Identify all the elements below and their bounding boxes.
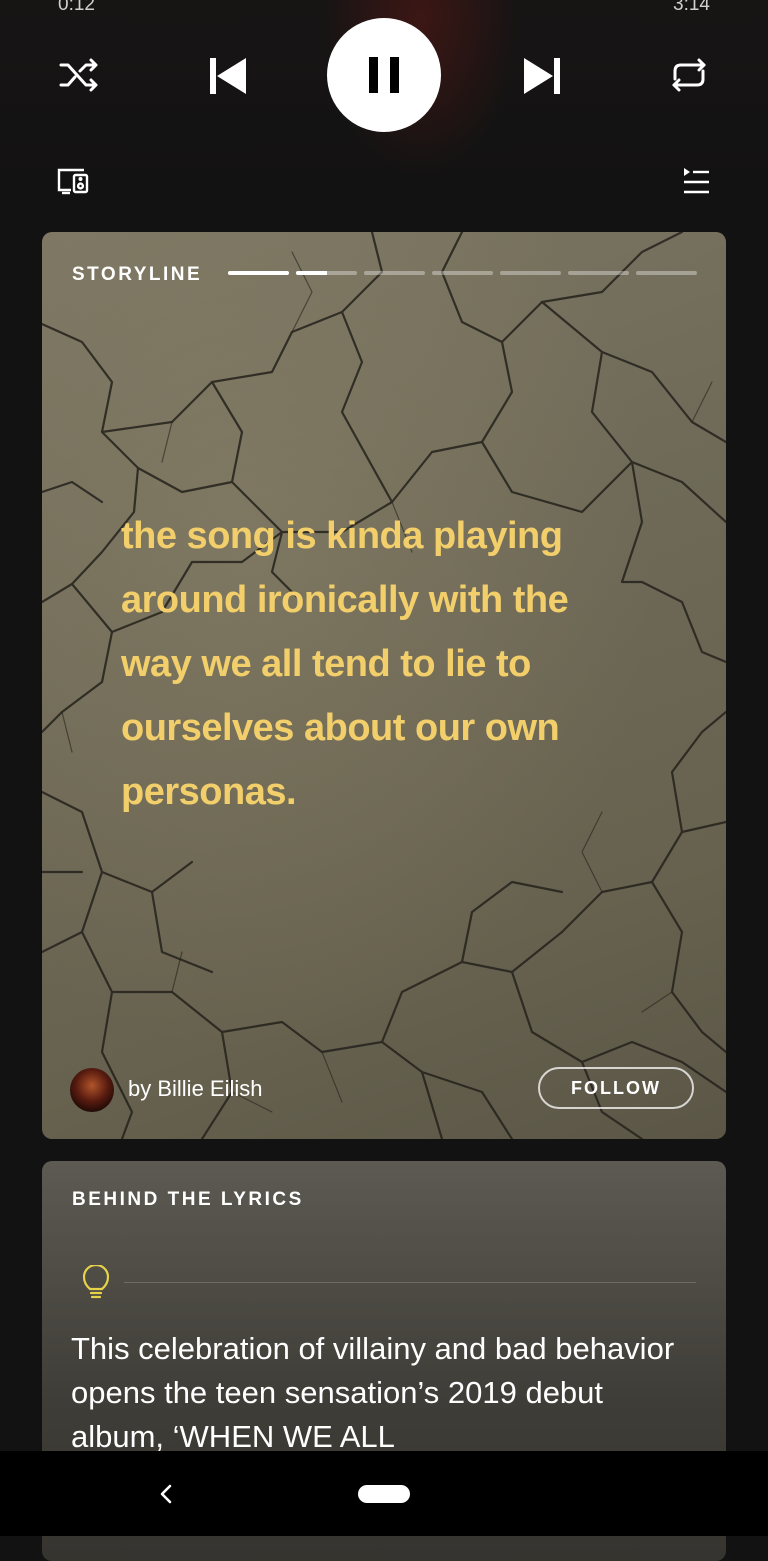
storyline-quote: the song is kinda playing around ironica… [121, 515, 569, 813]
connect-devices-button[interactable] [54, 162, 92, 200]
queue-icon [684, 168, 709, 194]
total-duration: 3:14 [673, 0, 710, 15]
progress-fill [228, 271, 289, 275]
next-button[interactable] [518, 52, 566, 100]
storyline-title: STORYLINE [72, 264, 203, 285]
progress-segment [500, 271, 561, 275]
follow-button[interactable]: FOLLOW [538, 1067, 694, 1109]
avatar[interactable] [70, 1068, 114, 1112]
previous-button[interactable] [204, 52, 252, 100]
progress-segment [228, 271, 289, 275]
progress-segment [636, 271, 697, 275]
pause-icon [369, 57, 399, 93]
skip-previous-icon [210, 58, 246, 94]
repeat-button[interactable] [666, 52, 712, 98]
story-progress [228, 271, 697, 275]
progress-segment [432, 271, 493, 275]
back-icon[interactable] [154, 1481, 178, 1507]
progress-segment [568, 271, 629, 275]
home-button[interactable] [358, 1485, 410, 1503]
artist-name[interactable]: by Billie Eilish [128, 1076, 263, 1102]
divider [124, 1282, 696, 1283]
behind-lyrics-title: BEHIND THE LYRICS [72, 1189, 304, 1210]
devices-icon [57, 168, 89, 195]
system-navigation-bar [0, 1451, 768, 1536]
progress-segment [364, 271, 425, 275]
storyline-card[interactable]: STORYLINE the song is kinda playing arou… [42, 232, 726, 1139]
skip-next-icon [524, 58, 560, 94]
shuffle-button[interactable] [56, 52, 102, 98]
elapsed-time: 0:12 [58, 0, 95, 15]
shuffle-icon [59, 58, 98, 92]
queue-button[interactable] [676, 162, 714, 200]
progress-fill [296, 271, 327, 275]
lightbulb-icon [82, 1265, 110, 1299]
repeat-icon [672, 58, 706, 92]
pause-button[interactable] [327, 18, 441, 132]
behind-lyrics-text: This celebration of villainy and bad beh… [71, 1331, 675, 1454]
progress-segment [296, 271, 357, 275]
